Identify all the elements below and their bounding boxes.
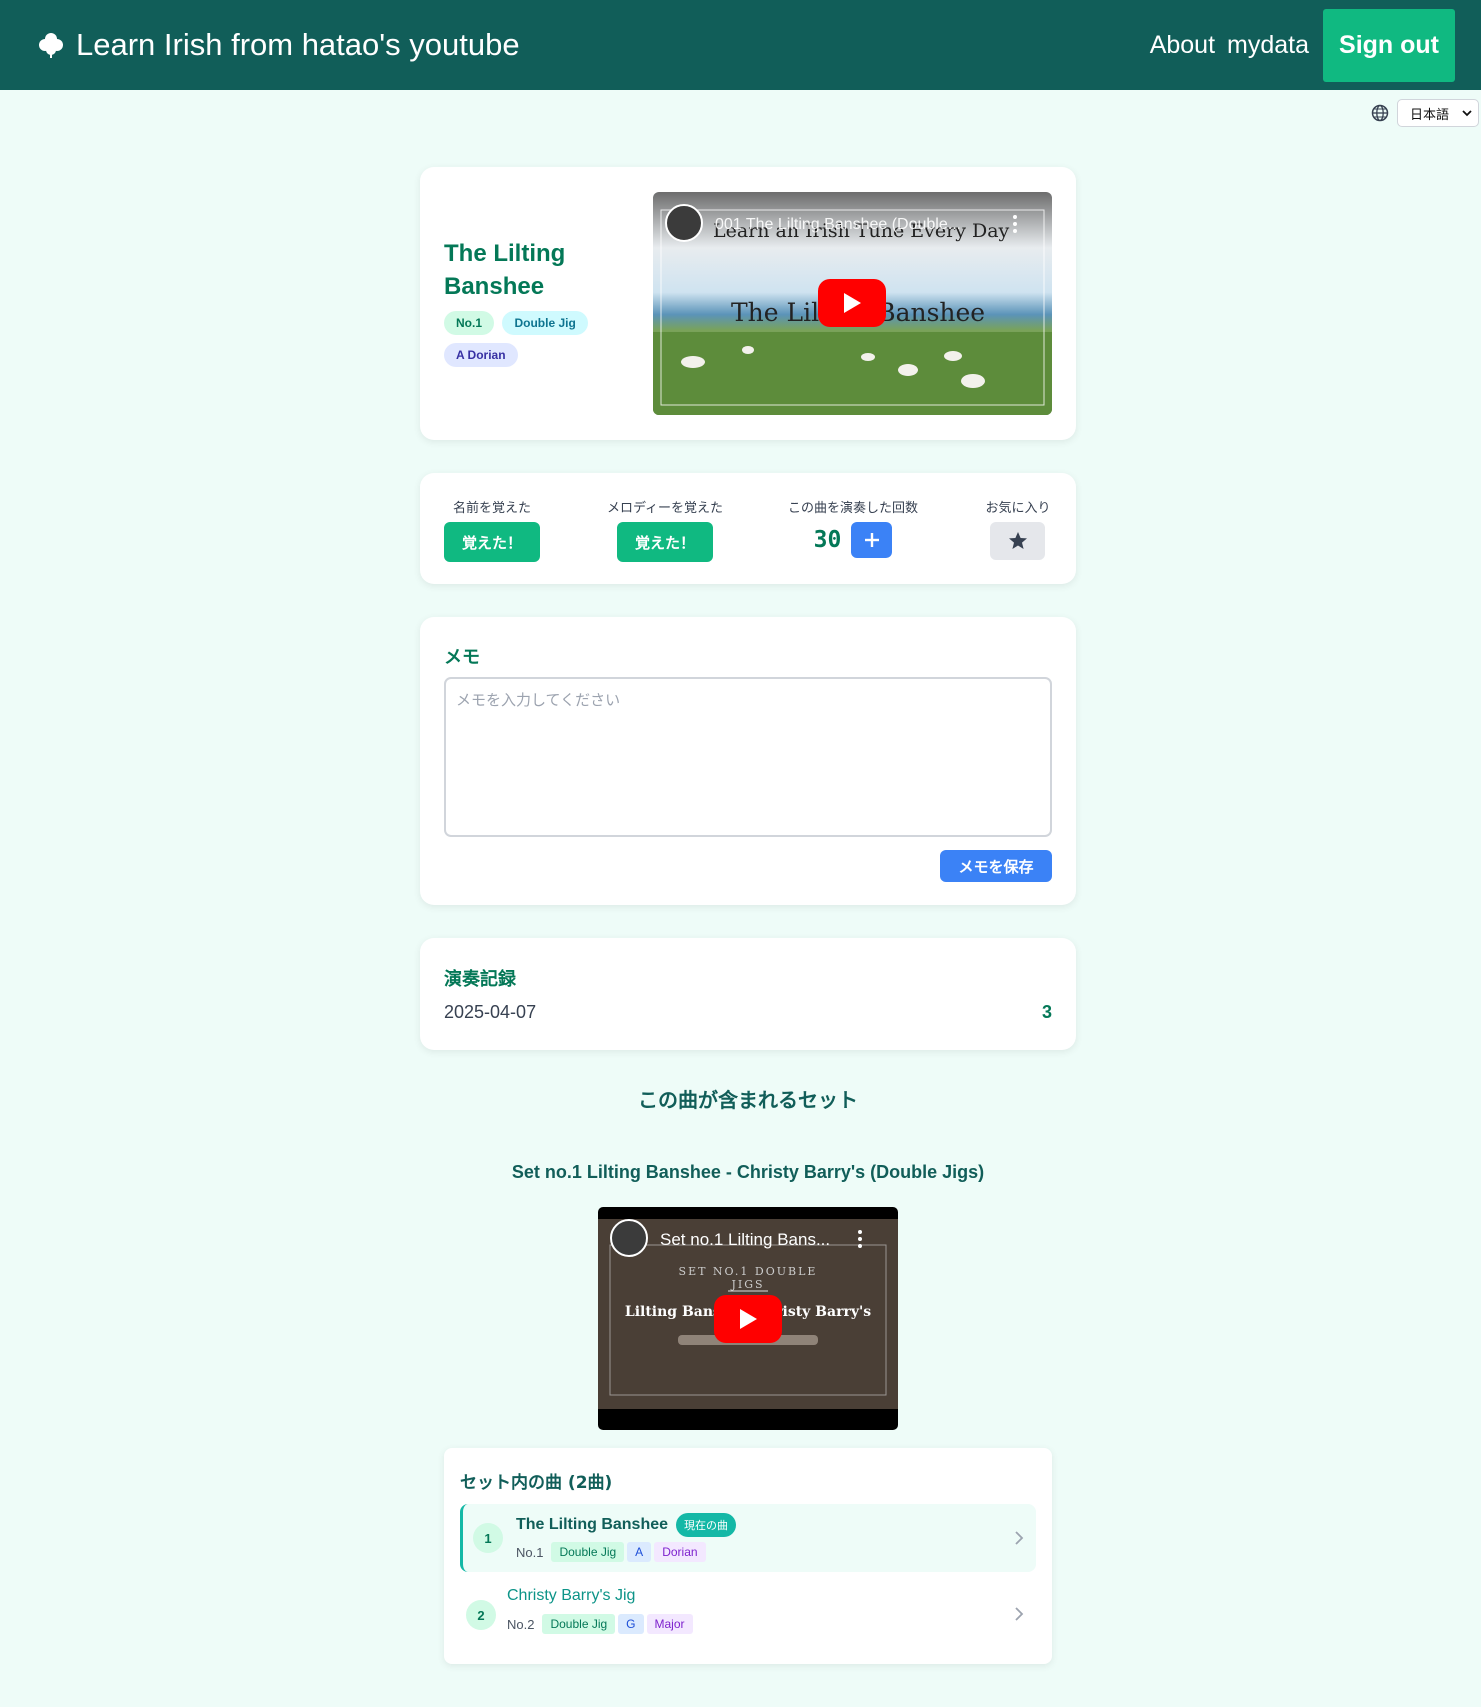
tune-index: 2: [466, 1600, 496, 1630]
set-tune-type: Double Jig: [542, 1614, 616, 1634]
tune-title-line1: The Lilting: [444, 240, 566, 267]
set-tunes-heading: セット内の曲 (2曲): [460, 1473, 613, 1493]
tune-type-badge: Double Jig: [502, 311, 588, 335]
language-select[interactable]: 日本語: [1397, 99, 1479, 127]
record-date: 2025-04-07: [444, 1002, 537, 1022]
set-tune-row-current[interactable]: 1 The Lilting Banshee 現在の曲 No.1 Double J…: [460, 1504, 1036, 1572]
name-learned-group: 名前を覚えた 覚えた！: [444, 497, 540, 562]
records-heading: 演奏記録: [444, 969, 516, 989]
melody-learned-group: メロディーを覚えた 覚えた！: [590, 497, 740, 562]
name-learned-label: 名前を覚えた: [452, 500, 531, 515]
sign-out-button[interactable]: Sign out: [1323, 8, 1455, 82]
set-video-title: Set no.1 Lilting Bans...: [660, 1230, 831, 1249]
play-records-card: 演奏記録 2025-04-07 3: [420, 938, 1076, 1050]
brand-title: Learn Irish from hatao's youtube: [76, 27, 520, 62]
set-tune-key: A: [627, 1542, 652, 1562]
play-count-label: この曲を演奏した回数: [787, 500, 918, 515]
set-tune-number: No.1: [516, 1544, 544, 1560]
increment-count-button[interactable]: [851, 522, 893, 558]
set-channel-avatar: [610, 1219, 648, 1257]
melody-learned-label: メロディーを覚えた: [606, 500, 724, 515]
play-icon: [844, 293, 861, 313]
memo-textarea[interactable]: メモを入力してください: [444, 677, 1052, 837]
memo-heading: メモ: [444, 647, 480, 667]
set-tune-row[interactable]: 2 Christy Barry's Jig No.2 Double Jig G …: [460, 1580, 1036, 1648]
plus-icon: [864, 533, 879, 547]
name-learned-button[interactable]: 覚えた！: [444, 522, 540, 562]
favorite-group: お気に入り: [980, 497, 1056, 560]
more-vert-icon[interactable]: [857, 1229, 863, 1249]
shamrock-icon: [39, 33, 63, 58]
chevron-down-icon: [1462, 110, 1472, 117]
favorite-button[interactable]: [990, 522, 1045, 560]
set-tune-number: No.2: [507, 1616, 535, 1632]
set-tune-type: Double Jig: [551, 1542, 625, 1562]
navbar: Learn Irish from hatao's youtube About m…: [0, 0, 1481, 90]
save-memo-button[interactable]: メモを保存: [940, 850, 1052, 882]
set-video-player[interactable]: SET NO.1 DOUBLE JIGS Lilting Banshee Chr…: [598, 1207, 898, 1430]
channel-avatar: [665, 204, 703, 242]
set-tunes-card: セット内の曲 (2曲) 1 The Lilting Banshee 現在の曲 N…: [444, 1448, 1052, 1664]
set-tune-mode: Major: [646, 1614, 693, 1634]
chevron-right-icon: [1015, 1531, 1024, 1545]
play-button[interactable]: [818, 279, 886, 327]
star-icon: [1008, 532, 1027, 549]
record-row: 2025-04-07 3: [444, 1002, 1052, 1023]
set-tune-key: G: [618, 1614, 644, 1634]
melody-learned-button[interactable]: 覚えた！: [617, 522, 713, 562]
play-icon: [740, 1309, 757, 1329]
language-value: 日本語: [1410, 106, 1450, 122]
set-title: Set no.1 Lilting Banshee - Christy Barry…: [511, 1162, 985, 1182]
set-video-arc-text: SET NO.1 DOUBLE JIGS: [678, 1265, 818, 1291]
video-title: 001 The Lilting Banshee (Double...: [715, 216, 962, 233]
record-count: 3: [1041, 1002, 1052, 1022]
brand[interactable]: Learn Irish from hatao's youtube: [38, 27, 520, 63]
set-tune-name: The Lilting Banshee: [516, 1516, 669, 1533]
language-switcher: 日本語: [1371, 99, 1479, 127]
tune-key-badge: A Dorian: [444, 343, 518, 367]
set-tune-mode: Dorian: [654, 1542, 706, 1562]
current-tune-badge: 現在の曲: [676, 1513, 737, 1537]
globe-icon: [1371, 104, 1389, 122]
about-link[interactable]: About: [1150, 31, 1215, 60]
memo-card: メモ メモを入力してください メモを保存: [420, 617, 1076, 905]
more-vert-icon[interactable]: [1012, 214, 1018, 234]
set-tune-name: Christy Barry's Jig: [507, 1587, 636, 1604]
sets-heading: この曲が含まれるセット: [638, 1088, 858, 1112]
stats-card: 名前を覚えた 覚えた！ メロディーを覚えた 覚えた！ この曲を演奏した回数 30…: [420, 473, 1076, 584]
tune-video-player[interactable]: Learn an Irish Tune Every Day The Liltin…: [653, 192, 1052, 415]
favorite-label: お気に入り: [985, 500, 1051, 515]
set-play-button[interactable]: [714, 1295, 782, 1343]
chevron-right-icon: [1015, 1607, 1024, 1621]
play-count-group: この曲を演奏した回数 30: [778, 497, 928, 558]
tune-card: The Lilting Banshee No.1 Double Jig A Do…: [420, 167, 1076, 440]
tune-index: 1: [473, 1523, 503, 1553]
mydata-link[interactable]: mydata: [1227, 31, 1309, 60]
tune-number-badge: No.1: [444, 311, 495, 335]
play-count-value: 30: [813, 527, 842, 553]
tune-title-line2: Banshee: [444, 273, 545, 300]
